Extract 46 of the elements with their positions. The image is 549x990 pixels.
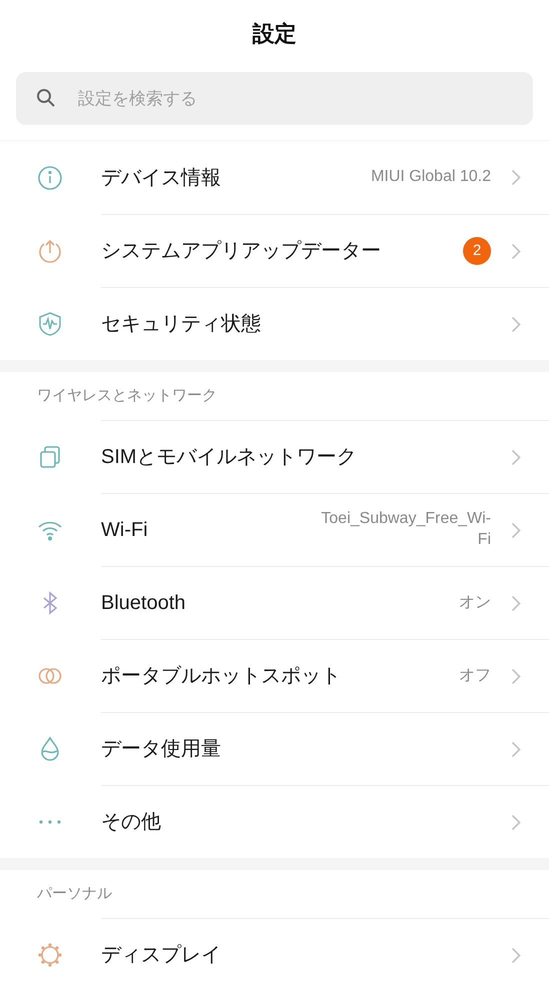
- item-label: ディスプレイ: [101, 943, 221, 968]
- item-label: デバイス情報: [101, 166, 221, 190]
- chevron-right-icon: [511, 814, 521, 830]
- item-value: オン: [459, 592, 491, 613]
- item-value: MIUI Global 10.2: [370, 167, 491, 188]
- settings-item[interactable]: デバイス情報 MIUI Global 10.2: [0, 141, 549, 214]
- item-label: ポータブルホットスポット: [101, 664, 341, 689]
- chevron-right-icon: [511, 668, 521, 684]
- section-header: パーソナル: [37, 884, 112, 904]
- count-badge: 2: [463, 237, 491, 265]
- item-label: SIMとモバイルネットワーク: [101, 445, 357, 470]
- chevron-right-icon: [511, 740, 521, 758]
- settings-item[interactable]: SIMとモバイルネットワーク: [0, 420, 549, 493]
- info-icon: [37, 164, 63, 190]
- page-title: 設定: [252, 20, 296, 48]
- item-label: Wi-Fi: [101, 518, 148, 543]
- chevron-right-icon: [511, 448, 521, 466]
- chevron-right-icon: [511, 316, 521, 332]
- settings-item[interactable]: データ使用量: [0, 712, 549, 785]
- chevron-right-icon: [511, 169, 521, 186]
- upload-icon: [37, 238, 63, 264]
- sim-cards-icon: [37, 444, 63, 470]
- search-icon: [36, 88, 56, 108]
- settings-item[interactable]: その他: [0, 785, 549, 858]
- item-value: Toei_Subway_Free_Wi-Fi: [321, 509, 491, 550]
- item-label: セキュリティ状態: [101, 312, 261, 337]
- section-header: ワイヤレスとネットワーク: [37, 386, 217, 406]
- settings-item[interactable]: Wi-Fi Toei_Subway_Free_Wi-Fi: [0, 493, 549, 566]
- more-icon: [37, 818, 63, 826]
- settings-item[interactable]: セキュリティ状態: [0, 287, 549, 360]
- sun-icon: [37, 942, 63, 968]
- settings-item[interactable]: Bluetooth オン: [0, 566, 549, 639]
- shield-icon: [37, 310, 63, 336]
- item-label: データ使用量: [101, 737, 221, 762]
- item-label: その他: [101, 810, 161, 835]
- item-value: オフ: [459, 666, 491, 686]
- chevron-right-icon: [511, 594, 521, 612]
- chevron-right-icon: [511, 242, 521, 260]
- search-field[interactable]: 設定を検索する: [16, 72, 533, 125]
- item-label: システムアプリアップデーター: [101, 239, 381, 264]
- settings-item[interactable]: ディスプレイ: [0, 918, 549, 990]
- chevron-right-icon: [511, 522, 521, 538]
- settings-item[interactable]: システムアプリアップデーター 2: [0, 214, 549, 287]
- item-label: Bluetooth: [101, 591, 186, 616]
- chevron-right-icon: [511, 946, 521, 964]
- settings-item[interactable]: ポータブルホットスポット オフ: [0, 639, 549, 712]
